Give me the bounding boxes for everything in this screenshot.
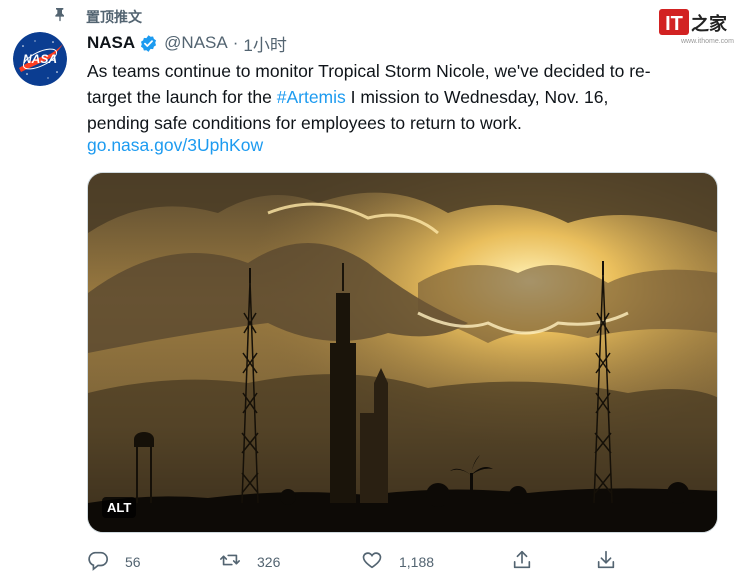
action-bar: 56 326 1,188: [87, 549, 627, 575]
reply-icon: [87, 549, 109, 574]
retweet-button[interactable]: 326: [219, 549, 280, 574]
avatar-logo-text: NASA: [23, 52, 57, 66]
author-name[interactable]: NASA: [87, 33, 135, 53]
reply-count: 56: [125, 553, 141, 570]
separator-dot: ·: [232, 33, 239, 52]
tweet-text: As teams continue to monitor Tropical St…: [87, 58, 707, 136]
ithome-watermark: IT 之家 www.ithome.com: [659, 7, 734, 51]
download-button[interactable]: [595, 549, 617, 574]
tweet-header: NASA @NASA · 1小时: [87, 31, 287, 56]
watermark-url: www.ithome.com: [681, 38, 734, 45]
share-button[interactable]: [511, 549, 533, 574]
download-icon: [595, 549, 617, 574]
avatar[interactable]: NASA: [13, 32, 67, 86]
verified-badge-icon: [141, 34, 157, 52]
hashtag-link[interactable]: #Artemis: [277, 87, 346, 107]
alt-text-badge[interactable]: ALT: [102, 497, 137, 518]
retweet-count: 326: [257, 553, 281, 570]
tweet-media-image[interactable]: ALT: [87, 172, 718, 533]
watermark-logo-char: 之家: [691, 13, 728, 35]
watermark-logo-it: IT: [665, 13, 683, 35]
retweet-icon: [219, 549, 241, 574]
author-handle[interactable]: @NASA: [164, 33, 228, 53]
tweet-link[interactable]: go.nasa.gov/3UphKow: [87, 132, 263, 158]
pinned-row: [52, 6, 68, 26]
pin-icon: [52, 6, 68, 27]
tweet-timestamp[interactable]: 1小时: [243, 31, 286, 56]
pinned-label: 置顶推文: [86, 9, 142, 25]
like-button[interactable]: 1,188: [361, 549, 434, 574]
reply-button[interactable]: 56: [87, 549, 141, 574]
share-icon: [511, 549, 533, 574]
like-count: 1,188: [399, 553, 435, 570]
heart-icon: [361, 549, 383, 574]
